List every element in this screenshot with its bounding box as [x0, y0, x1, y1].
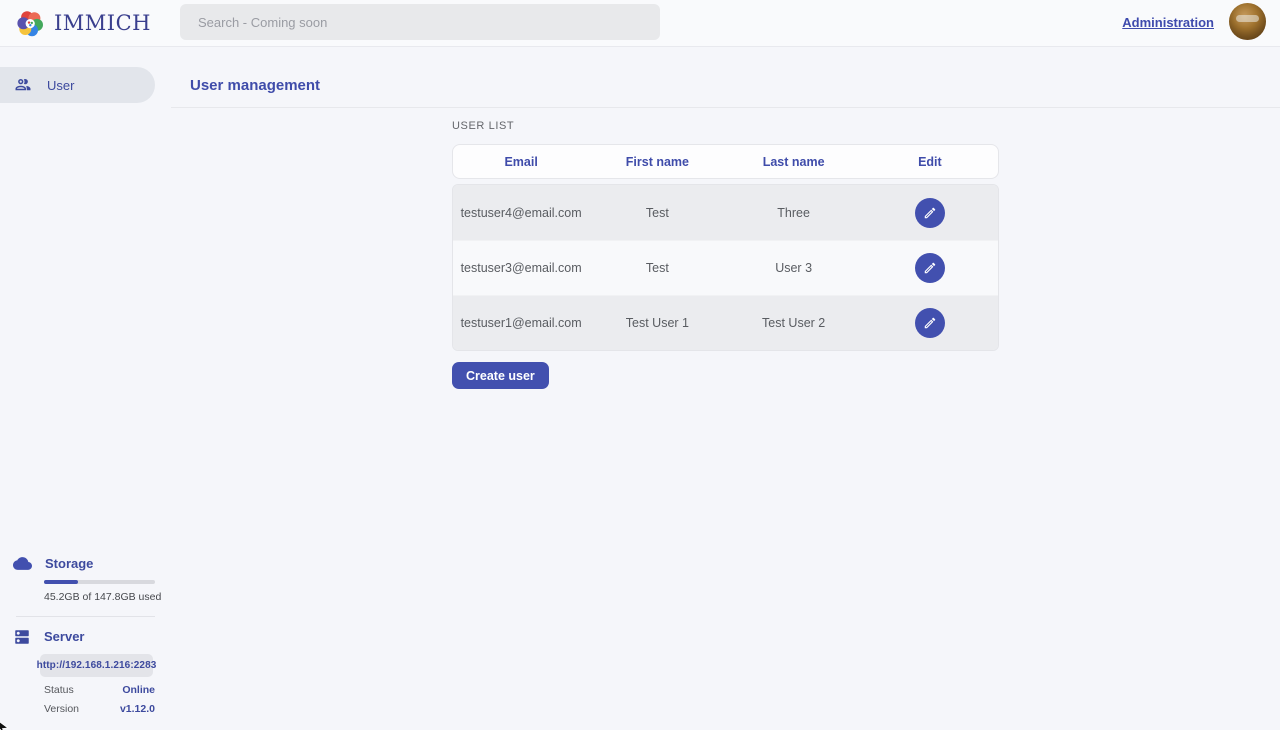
- immich-flower-icon: [16, 9, 45, 38]
- cell-last-name: Three: [726, 206, 862, 220]
- server-url-badge: http://192.168.1.216:2283: [40, 654, 153, 677]
- cell-first-name: Test User 1: [589, 316, 725, 330]
- server-version-row: Version v1.12.0: [44, 703, 155, 715]
- version-value: v1.12.0: [120, 703, 155, 715]
- cell-last-name: Test User 2: [726, 316, 862, 330]
- sidebar-status-panel: Storage 45.2GB of 147.8GB used Server ht…: [0, 554, 171, 730]
- server-icon: [13, 628, 31, 646]
- immich-logo[interactable]: IMMICH: [16, 9, 151, 38]
- brand-name: IMMICH: [54, 13, 151, 34]
- status-value: Online: [122, 684, 155, 696]
- cell-first-name: Test: [589, 206, 725, 220]
- edit-user-button[interactable]: [915, 253, 945, 283]
- cell-last-name: User 3: [726, 261, 862, 275]
- status-label: Status: [44, 684, 74, 696]
- administration-link[interactable]: Administration: [1122, 15, 1214, 30]
- version-label: Version: [44, 703, 79, 715]
- title-divider: [171, 107, 1280, 108]
- storage-progress-fill: [44, 580, 78, 584]
- page-title: User management: [190, 77, 1280, 94]
- users-icon: [14, 76, 32, 94]
- cell-email: testuser1@email.com: [453, 316, 589, 330]
- edit-user-button[interactable]: [915, 198, 945, 228]
- column-header-last-name: Last name: [726, 155, 862, 169]
- search-input[interactable]: [180, 4, 660, 40]
- storage-section-header: Storage: [0, 554, 171, 573]
- user-table-header: Email First name Last name Edit: [452, 144, 999, 179]
- cell-email: testuser3@email.com: [453, 261, 589, 275]
- cell-first-name: Test: [589, 261, 725, 275]
- table-row: testuser4@email.com Test Three: [453, 185, 998, 240]
- sidebar-item-user[interactable]: User: [0, 67, 155, 103]
- server-title: Server: [44, 629, 84, 644]
- cloud-icon: [13, 554, 32, 573]
- top-navbar: IMMICH Administration: [0, 0, 1280, 47]
- main-content: User management USER LIST Email First na…: [171, 47, 1280, 730]
- cell-email: testuser4@email.com: [453, 206, 589, 220]
- column-header-edit: Edit: [862, 155, 998, 169]
- storage-usage-text: 45.2GB of 147.8GB used: [44, 591, 171, 603]
- pencil-icon: [923, 261, 937, 275]
- server-section-header: Server: [0, 627, 171, 646]
- column-header-email: Email: [453, 155, 589, 169]
- table-row: testuser3@email.com Test User 3: [453, 240, 998, 295]
- table-row: testuser1@email.com Test User 1 Test Use…: [453, 295, 998, 350]
- create-user-button[interactable]: Create user: [452, 362, 549, 389]
- server-status-row: Status Online: [44, 684, 155, 696]
- storage-progress-bar: [44, 580, 155, 584]
- sidebar-divider: [16, 616, 155, 617]
- edit-user-button[interactable]: [915, 308, 945, 338]
- pencil-icon: [923, 316, 937, 330]
- user-table: testuser4@email.com Test Three testuser3…: [452, 184, 999, 351]
- sidebar-item-label: User: [47, 78, 74, 93]
- user-list-label: USER LIST: [452, 120, 999, 132]
- storage-title: Storage: [45, 556, 93, 571]
- user-avatar[interactable]: [1229, 3, 1266, 40]
- admin-sidebar: User Storage 45.2GB of 147.8GB used: [0, 47, 171, 730]
- search-bar[interactable]: [180, 4, 660, 40]
- column-header-first-name: First name: [589, 155, 725, 169]
- pencil-icon: [923, 206, 937, 220]
